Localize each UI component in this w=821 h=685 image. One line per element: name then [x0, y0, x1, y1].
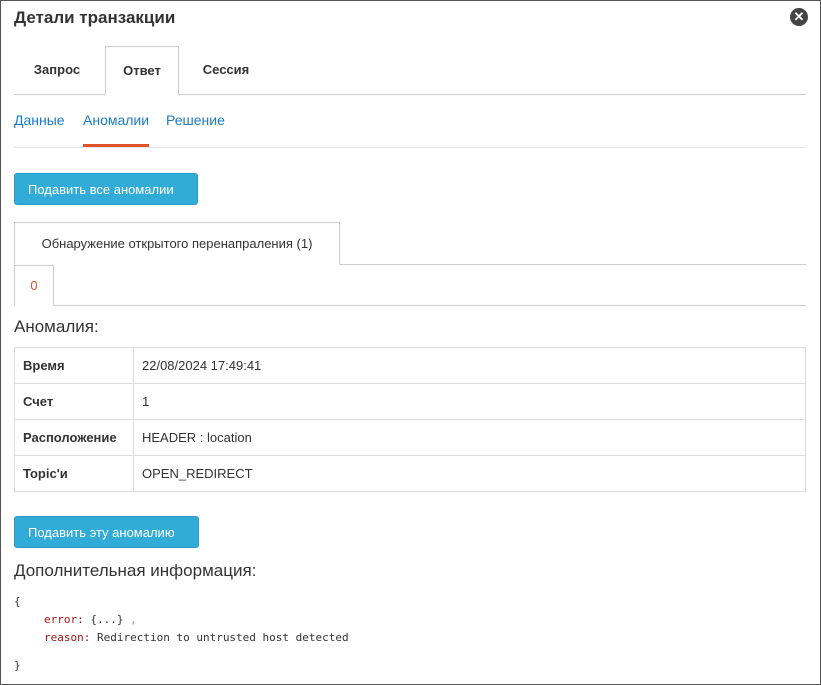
table-row: Topic'и OPEN_REDIRECT — [14, 455, 806, 492]
table-row: Расположение HEADER : location — [14, 419, 806, 456]
json-value-reason: Redirection to untrusted host detected — [96, 631, 349, 644]
json-value-error[interactable]: {...} — [90, 613, 123, 626]
json-key-reason: reason: — [44, 631, 91, 644]
detection-tabs: Обнаружение открытого перенапраления (1) — [14, 222, 806, 265]
subtab-data[interactable]: Данные — [14, 112, 65, 128]
active-subtab-indicator — [83, 144, 149, 147]
row-value: HEADER : location — [133, 419, 806, 456]
additional-info-heading: Дополнительная информация: — [14, 561, 257, 580]
anomaly-index-tabs: 0 — [14, 265, 806, 306]
json-error-line: error: {...} , — [14, 611, 349, 629]
tab-open-redirect-detection[interactable]: Обнаружение открытого перенапраления (1) — [14, 222, 340, 265]
json-reason-line: reason: Redirection to untrusted host de… — [14, 629, 349, 647]
tab-anomaly-0[interactable]: 0 — [14, 265, 54, 306]
additional-info-json: { error: {...} , reason: Redirection to … — [14, 593, 349, 675]
row-value: 22/08/2024 17:49:41 — [133, 347, 806, 384]
row-key: Topic'и — [14, 455, 134, 492]
row-key: Счет — [14, 383, 134, 420]
json-key-error: error: — [44, 613, 84, 626]
transaction-details-dialog: Детали транзакции ✕ Запрос Ответ Сессия … — [0, 0, 821, 685]
json-close-brace: } — [14, 659, 21, 672]
json-open-brace: { — [14, 595, 21, 608]
tab-request[interactable]: Запрос — [14, 46, 100, 94]
row-value: OPEN_REDIRECT — [133, 455, 806, 492]
suppress-all-anomalies-button[interactable]: Подавить все аномалии — [14, 173, 198, 205]
tab-session[interactable]: Сессия — [186, 46, 266, 94]
row-value: 1 — [133, 383, 806, 420]
sub-tabs: Данные Аномалии Решение — [14, 104, 806, 148]
suppress-this-anomaly-button[interactable]: Подавить эту аномалию — [14, 516, 199, 548]
json-separator: , — [130, 613, 137, 626]
main-tabs: Запрос Ответ Сессия — [14, 46, 806, 95]
table-row: Время 22/08/2024 17:49:41 — [14, 347, 806, 384]
anomaly-heading: Аномалия: — [14, 317, 99, 336]
dialog-title: Детали транзакции — [14, 8, 176, 27]
row-key: Расположение — [14, 419, 134, 456]
table-row: Счет 1 — [14, 383, 806, 420]
subtab-decision[interactable]: Решение — [166, 112, 225, 128]
subtab-anomalies[interactable]: Аномалии — [83, 112, 149, 128]
close-icon[interactable]: ✕ — [790, 8, 808, 26]
row-key: Время — [14, 347, 134, 384]
tab-response[interactable]: Ответ — [105, 46, 179, 95]
anomaly-table: Время 22/08/2024 17:49:41 Счет 1 Располо… — [14, 347, 806, 492]
